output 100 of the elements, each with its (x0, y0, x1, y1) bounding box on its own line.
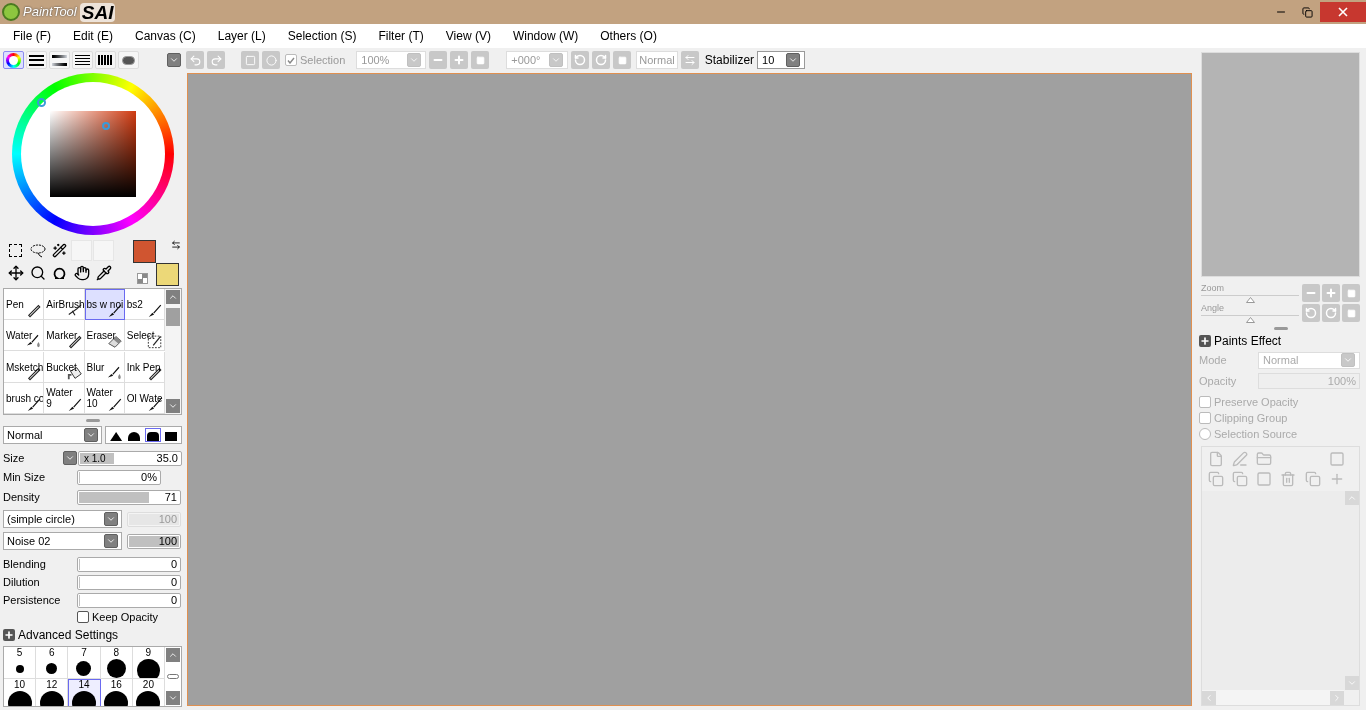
zoom-in-button[interactable] (1322, 284, 1340, 302)
brush-size-preset[interactable]: 12 (36, 679, 69, 706)
scrollbar-thumb[interactable] (167, 674, 179, 679)
menu-item[interactable]: View (V) (445, 27, 491, 45)
scroll-right-button[interactable] (1330, 690, 1344, 705)
scroll-up-button[interactable] (166, 648, 180, 662)
brush-size-preset[interactable]: 16 (100, 679, 133, 706)
redo-button[interactable] (207, 51, 225, 69)
size-slider[interactable]: x 1.0 35.0 (78, 450, 182, 466)
paints-effect-label[interactable]: Paints Effect (1214, 332, 1282, 350)
brush-tool[interactable]: Water (4, 320, 45, 352)
scroll-up-button[interactable] (166, 290, 180, 304)
mixing-slider[interactable]: 0 (77, 574, 181, 590)
dropdown-button[interactable] (104, 534, 118, 548)
scrollbar[interactable] (165, 647, 181, 706)
secondary-color-swatch[interactable] (156, 263, 179, 286)
scroll-up-button[interactable] (1344, 491, 1359, 505)
menu-item[interactable]: Window (W) (512, 27, 579, 45)
zoom-out-button[interactable] (1302, 284, 1320, 302)
brush-size-preset[interactable]: 9 (132, 647, 165, 679)
stabilizer-dropdown[interactable]: 10 (757, 51, 806, 69)
brush-tool[interactable]: Water 9 (44, 382, 85, 414)
menu-item[interactable]: Selection (S) (287, 27, 357, 45)
scroll-down-button[interactable] (166, 399, 180, 413)
zoom-slider[interactable] (1201, 295, 1299, 303)
dropdown-button[interactable] (84, 428, 98, 442)
rotate-right-button[interactable] (1322, 304, 1340, 322)
scroll-down-button[interactable] (1344, 676, 1359, 690)
menu-item[interactable]: File (F) (13, 27, 51, 45)
rotate-right-button[interactable] (592, 51, 611, 69)
checkbox[interactable] (1199, 396, 1211, 408)
slider-thumb[interactable] (1246, 317, 1255, 323)
new-layer-icon[interactable] (1208, 451, 1224, 467)
expand-icon[interactable] (3, 629, 15, 641)
brush-tool[interactable]: Marker (44, 320, 85, 352)
brush-tool[interactable]: Bucket (44, 351, 85, 383)
brush-size-preset[interactable]: 10 (4, 679, 37, 706)
checkbox[interactable] (1199, 412, 1211, 424)
brush-tool[interactable]: brush co (4, 382, 45, 414)
swap-colors-icon[interactable] (171, 240, 181, 250)
slider-thumb[interactable] (1246, 297, 1255, 303)
mixing-slider[interactable]: 0 (77, 556, 181, 572)
rotate-reset-button[interactable] (613, 51, 632, 69)
undo-button[interactable] (186, 51, 204, 69)
splitter-handle[interactable] (85, 418, 100, 422)
brush-size-preset[interactable]: 6 (36, 647, 69, 679)
menu-item[interactable]: Others (O) (600, 27, 657, 45)
scrollbar[interactable] (165, 289, 181, 414)
primary-color-swatch[interactable] (133, 240, 156, 263)
scroll-down-button[interactable] (166, 691, 180, 705)
brush-size-preset[interactable]: 14 (68, 679, 101, 706)
texture-dropdown[interactable]: Noise 02 (3, 532, 122, 550)
menu-item[interactable]: Filter (T) (378, 27, 424, 45)
menu-item[interactable]: Edit (E) (73, 27, 113, 45)
rotate-left-button[interactable] (1302, 304, 1320, 322)
splitter-handle[interactable] (1273, 326, 1288, 330)
density-slider[interactable]: 71 (77, 489, 181, 505)
transparent-color-button[interactable] (137, 273, 148, 284)
expand-icon[interactable] (1199, 335, 1211, 347)
brush-tool[interactable]: Pen (4, 289, 45, 320)
checkbox[interactable] (285, 54, 297, 66)
rotate-reset-button[interactable] (1342, 304, 1360, 322)
zoom-in-button[interactable] (450, 51, 469, 69)
close-button[interactable] (1320, 2, 1366, 22)
blend-mode-dropdown[interactable]: Normal (3, 426, 102, 444)
menu-item[interactable]: Layer (L) (217, 27, 266, 45)
mixing-slider[interactable]: 0 (77, 592, 181, 608)
invert-selection-button[interactable] (262, 51, 280, 69)
horizontal-scrollbar[interactable] (1202, 690, 1344, 705)
brush-size-preset[interactable]: 8 (100, 647, 133, 679)
angle-slider[interactable] (1201, 315, 1299, 323)
scrollbar[interactable] (1344, 491, 1359, 690)
dropdown-button[interactable] (104, 512, 118, 526)
scrollbar-thumb[interactable] (166, 307, 180, 326)
brush-tool[interactable]: Select (124, 320, 165, 352)
deselect-button[interactable] (241, 51, 259, 69)
color-panel-tab[interactable] (3, 51, 24, 69)
zoom-out-button[interactable] (429, 51, 448, 69)
menu-item[interactable]: Canvas (C) (135, 27, 196, 45)
brush-tool[interactable]: Msketch (4, 351, 45, 383)
size-range-dropdown[interactable] (63, 451, 77, 465)
edge-shape-button[interactable] (144, 428, 161, 442)
delete-layer-icon[interactable] (1280, 471, 1297, 487)
brush-size-preset[interactable]: 5 (4, 647, 37, 679)
brush-tool[interactable]: AirBrush (44, 289, 85, 320)
dropdown-button[interactable] (786, 53, 801, 67)
brush-tool[interactable]: bs w noi (84, 289, 125, 320)
flip-button[interactable] (680, 51, 699, 69)
brush-size-preset[interactable]: 20 (132, 679, 165, 706)
brush-tool[interactable]: Blur (84, 351, 125, 383)
radio-button[interactable] (1199, 428, 1211, 440)
brush-tool[interactable]: Eraser (84, 320, 125, 352)
zoom-reset-button[interactable] (471, 51, 490, 69)
texture-strength-slider[interactable]: 100 (127, 533, 181, 549)
advanced-settings-label[interactable]: Advanced Settings (18, 626, 119, 644)
zoom-reset-button[interactable] (1342, 284, 1360, 302)
rotate-left-button[interactable] (571, 51, 590, 69)
min-size-slider[interactable]: 0% (77, 469, 161, 485)
brush-tool[interactable]: bs2 (124, 289, 165, 320)
brush-tool[interactable]: Ink Pen (124, 351, 165, 383)
